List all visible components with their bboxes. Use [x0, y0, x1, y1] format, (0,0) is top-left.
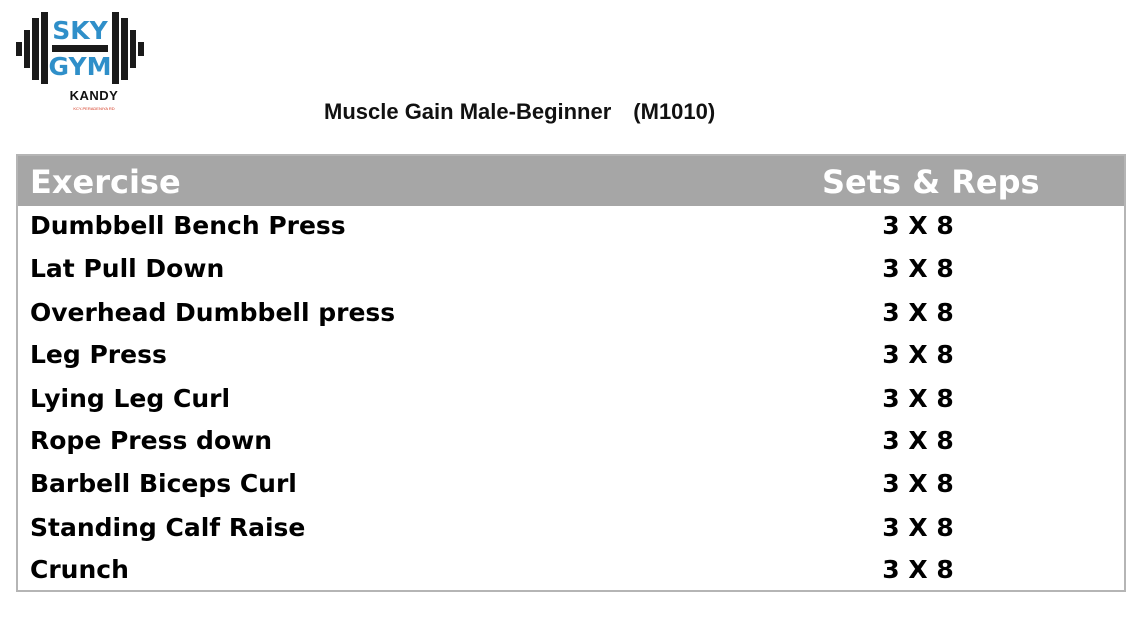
exercise-name: Lat Pull Down: [30, 254, 225, 283]
logo-city: KANDY: [69, 88, 119, 103]
plan-name: Muscle Gain Male-Beginner: [324, 99, 612, 124]
table-row: Overhead Dumbbell press 3 X 8: [18, 291, 1124, 334]
sets-reps: 3 X 8: [882, 426, 954, 455]
document-title: Muscle Gain Male-Beginner (M1010): [324, 99, 715, 125]
sets-reps: 3 X 8: [882, 513, 954, 542]
exercise-name: Dumbbell Bench Press: [30, 211, 346, 240]
exercise-table: Exercise Sets & Reps Dumbbell Bench Pres…: [16, 154, 1126, 592]
sets-reps: 3 X 8: [882, 469, 954, 498]
exercise-name: Lying Leg Curl: [30, 384, 231, 413]
header-sets-reps: Sets & Reps: [822, 163, 1040, 201]
exercise-name: Crunch: [30, 555, 129, 584]
sets-reps: 3 X 8: [882, 298, 954, 327]
table-row: Lying Leg Curl 3 X 8: [18, 377, 1124, 420]
sets-reps: 3 X 8: [882, 340, 954, 369]
table-row: Dumbbell Bench Press 3 X 8: [18, 204, 1124, 247]
sets-reps: 3 X 8: [882, 254, 954, 283]
sets-reps: 3 X 8: [882, 384, 954, 413]
plan-code: (M1010): [633, 99, 716, 124]
header-exercise: Exercise: [30, 163, 181, 201]
table-row: Crunch 3 X 8: [18, 548, 1124, 591]
barbell-logo-icon: SKY GYM: [16, 12, 144, 84]
table-row: Standing Calf Raise 3 X 8: [18, 506, 1124, 549]
logo-text-gym: GYM: [49, 52, 112, 81]
exercise-name: Leg Press: [30, 340, 167, 369]
sets-reps: 3 X 8: [882, 555, 954, 584]
logo-text-sky: SKY: [52, 16, 108, 45]
exercise-name: Rope Press down: [30, 426, 273, 455]
table-row: Lat Pull Down 3 X 8: [18, 247, 1124, 290]
sky-gym-logo: SKY GYM KANDY KCY-PERADENIYA RD: [14, 10, 146, 120]
table-row: Barbell Biceps Curl 3 X 8: [18, 462, 1124, 505]
exercise-name: Standing Calf Raise: [30, 513, 306, 542]
table-header: Exercise Sets & Reps: [18, 156, 1124, 206]
table-row: Rope Press down 3 X 8: [18, 419, 1124, 462]
sets-reps: 3 X 8: [882, 211, 954, 240]
table-row: Leg Press 3 X 8: [18, 333, 1124, 376]
exercise-name: Overhead Dumbbell press: [30, 298, 396, 327]
exercise-name: Barbell Biceps Curl: [30, 469, 297, 498]
logo-tagline: KCY-PERADENIYA RD: [73, 107, 115, 110]
